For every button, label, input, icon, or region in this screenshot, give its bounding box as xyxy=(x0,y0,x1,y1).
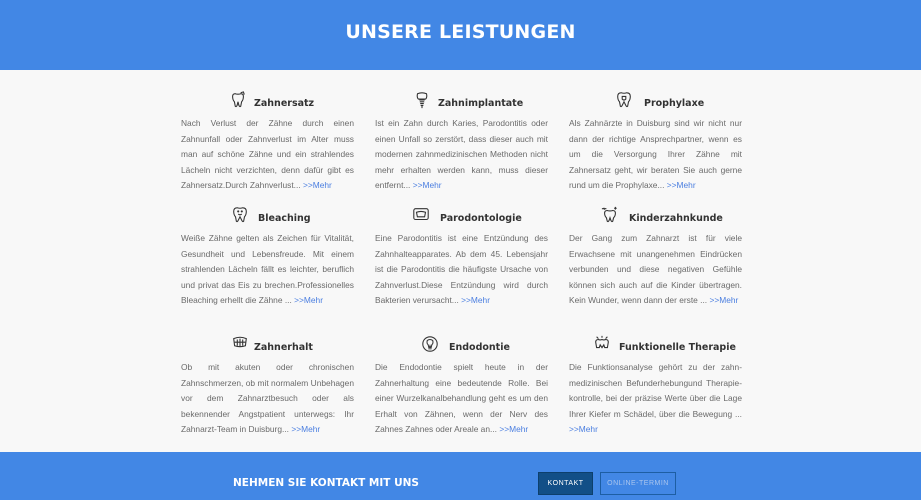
service-title: Kinderzahnkunde xyxy=(629,213,723,224)
service-card-prophylaxe: Prophylaxe Als Zahnärzte in Duisburg sin… xyxy=(569,91,742,194)
service-card-zahnersatz: Zahnersatz Nach Verlust der Zähne durch … xyxy=(181,91,354,194)
more-link[interactable]: >>Mehr xyxy=(294,295,323,305)
service-text: Weiße Zähne gelten als Zeichen für Vital… xyxy=(181,233,354,306)
smiling-tooth-icon xyxy=(231,206,249,224)
more-link[interactable]: >>Mehr xyxy=(709,295,738,305)
page-title: UNSERE LEISTUNGEN xyxy=(345,21,576,43)
service-title: Prophylaxe xyxy=(644,98,705,109)
root-canal-icon xyxy=(421,335,439,353)
service-title: Parodontologie xyxy=(440,213,522,224)
service-card-parodontologie: Parodontologie Eine Parodontitis ist ein… xyxy=(375,206,548,309)
contact-title: NEHMEN SIE KONTAKT MIT UNS xyxy=(233,477,419,489)
service-text: Ob mit akuten oder chronischen Zahnschme… xyxy=(181,362,354,435)
service-text: Als Zahnärzte in Duisburg sind wir nicht… xyxy=(569,118,742,191)
implant-tooth-icon xyxy=(413,91,431,109)
service-text: Ist ein Zahn durch Karies, Parodontitis … xyxy=(375,118,548,191)
service-card-zahnerhalt: Zahnerhalt Ob mit akuten oder chronische… xyxy=(181,335,354,438)
services-grid: Zahnersatz Nach Verlust der Zähne durch … xyxy=(0,70,921,452)
more-link[interactable]: >>Mehr xyxy=(291,424,320,434)
service-card-bleaching: Bleaching Weiße Zähne gelten als Zeichen… xyxy=(181,206,354,309)
tooth-shield-icon xyxy=(615,91,633,109)
service-text: Die Funktionsanalyse gehört zu der zahn-… xyxy=(569,362,742,435)
service-title: Zahnerhalt xyxy=(254,342,313,353)
service-title: Zahnersatz xyxy=(254,98,315,109)
more-link[interactable]: >>Mehr xyxy=(413,180,442,190)
service-title: Endodontie xyxy=(449,342,510,353)
jaw-tooth-icon xyxy=(593,335,611,353)
sparkle-tooth-icon xyxy=(601,206,619,224)
contact-band: NEHMEN SIE KONTAKT MIT UNS KONTAKT ONLIN… xyxy=(0,452,921,500)
header-band: UNSERE LEISTUNGEN xyxy=(0,0,921,70)
service-text: Die Endodontie spielt heute in der Zahne… xyxy=(375,362,548,435)
service-text: Der Gang zum Zahnarzt ist für viele Erwa… xyxy=(569,233,742,306)
crown-tooth-icon xyxy=(229,91,247,109)
more-link[interactable]: >>Mehr xyxy=(499,424,528,434)
service-title: Zahnimplantate xyxy=(438,98,524,109)
service-text: Eine Parodontitis ist eine Entzündung de… xyxy=(375,233,548,306)
service-card-zahnimplantate: Zahnimplantate Ist ein Zahn durch Karies… xyxy=(375,91,548,194)
more-link[interactable]: >>Mehr xyxy=(461,295,490,305)
braces-tooth-icon xyxy=(231,335,249,353)
service-card-kinderzahnkunde: Kinderzahnkunde Der Gang zum Zahnarzt is… xyxy=(569,206,742,309)
more-link[interactable]: >>Mehr xyxy=(569,424,598,434)
more-link[interactable]: >>Mehr xyxy=(667,180,696,190)
service-text: Nach Verlust der Zähne durch einen Zahnu… xyxy=(181,118,354,191)
service-card-endodontie: Endodontie Die Endodontie spielt heute i… xyxy=(375,335,548,438)
gum-tooth-icon xyxy=(412,206,430,224)
contact-button[interactable]: KONTAKT xyxy=(538,472,593,495)
more-link[interactable]: >>Mehr xyxy=(303,180,332,190)
service-title: Funktionelle Therapie xyxy=(619,342,736,353)
service-title: Bleaching xyxy=(258,213,311,224)
online-appointment-button[interactable]: ONLINE-TERMIN xyxy=(600,472,676,495)
service-card-funktionelle-therapie: Funktionelle Therapie Die Funktionsanaly… xyxy=(569,335,742,438)
